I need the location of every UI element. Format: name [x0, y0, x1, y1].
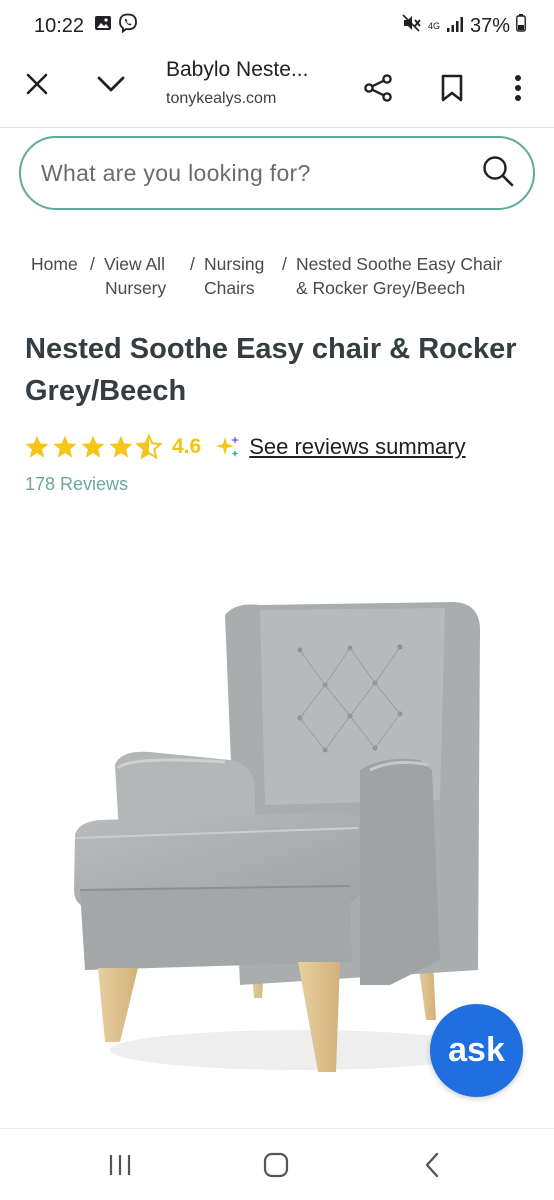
star-icon: [53, 435, 77, 458]
share-icon: [364, 74, 392, 102]
recent-apps-button[interactable]: [100, 1149, 140, 1181]
page-title: Babylo Neste...: [166, 58, 309, 81]
breadcrumb-separator: /: [90, 254, 95, 274]
breadcrumb-nursing-line1[interactable]: Nursing: [204, 252, 264, 276]
home-button[interactable]: [256, 1149, 296, 1181]
system-nav-bar: [0, 1128, 554, 1200]
share-button[interactable]: [358, 68, 398, 108]
signal-icon: [446, 15, 464, 38]
status-bar: 10:22 4G 37%: [0, 0, 554, 52]
page-info[interactable]: Babylo Neste... tonykealys.com: [166, 58, 336, 108]
see-reviews-summary-link[interactable]: See reviews summary: [249, 434, 465, 460]
browser-toolbar: Babylo Neste... tonykealys.com: [0, 52, 554, 128]
status-time: 10:22: [34, 14, 85, 37]
breadcrumb-separator: /: [282, 254, 287, 274]
gallery-notification-icon: [94, 14, 112, 38]
search-input[interactable]: What are you looking for?: [41, 160, 481, 187]
breadcrumb-home[interactable]: Home: [31, 252, 78, 276]
home-icon: [263, 1152, 289, 1178]
product-title-line1: Nested Soothe Easy chair & Rocker: [25, 333, 517, 365]
close-button[interactable]: [17, 64, 57, 104]
battery-icon: [516, 14, 526, 38]
review-count-link[interactable]: 178 Reviews: [25, 474, 128, 495]
breadcrumb-view-all-line1[interactable]: View All: [104, 252, 165, 276]
recent-apps-icon: [109, 1155, 131, 1175]
bookmark-button[interactable]: [432, 68, 472, 108]
product-title-line2: Grey/Beech: [25, 375, 187, 407]
star-icon: [109, 435, 133, 458]
ai-sparkle-icon: [215, 434, 241, 460]
breadcrumb-current-line2: & Rocker Grey/Beech: [296, 278, 466, 298]
search-icon[interactable]: [481, 154, 515, 193]
minimize-button[interactable]: [91, 64, 131, 104]
more-vertical-icon: [515, 75, 521, 101]
star-icon: [25, 435, 49, 458]
network-type-label: 4G: [427, 20, 440, 31]
close-icon: [26, 73, 48, 95]
breadcrumb-view-all-line2[interactable]: Nursery: [105, 276, 166, 300]
mute-icon: [402, 14, 422, 38]
breadcrumb-separator: /: [190, 254, 195, 274]
product-title: Nested Soothe Easy chair & Rocker Grey/B…: [25, 328, 535, 412]
viber-notification-icon: [118, 13, 138, 39]
status-right: 4G 37%: [402, 14, 526, 38]
ask-label: ask: [448, 1031, 505, 1069]
status-left: 10:22: [34, 13, 138, 39]
breadcrumb-nursing-line2[interactable]: Chairs: [204, 276, 255, 300]
back-chevron-icon: [425, 1152, 439, 1178]
half-star-icon: [136, 434, 162, 460]
ask-chat-button[interactable]: ask: [430, 1004, 523, 1097]
rating-value: 4.6: [172, 435, 202, 458]
breadcrumb-current-line1: Nested Soothe Easy Chair: [296, 254, 503, 274]
more-options-button[interactable]: [498, 68, 538, 108]
back-button[interactable]: [412, 1149, 452, 1181]
battery-percent: 37%: [469, 14, 510, 37]
rating-row: 4.6 See reviews summary: [24, 430, 466, 464]
chevron-down-icon: [97, 76, 125, 92]
star-rating: [24, 434, 162, 460]
star-icon: [81, 435, 105, 458]
page-url: tonykealys.com: [166, 90, 277, 107]
search-bar[interactable]: What are you looking for?: [19, 136, 535, 210]
bookmark-icon: [441, 74, 463, 102]
